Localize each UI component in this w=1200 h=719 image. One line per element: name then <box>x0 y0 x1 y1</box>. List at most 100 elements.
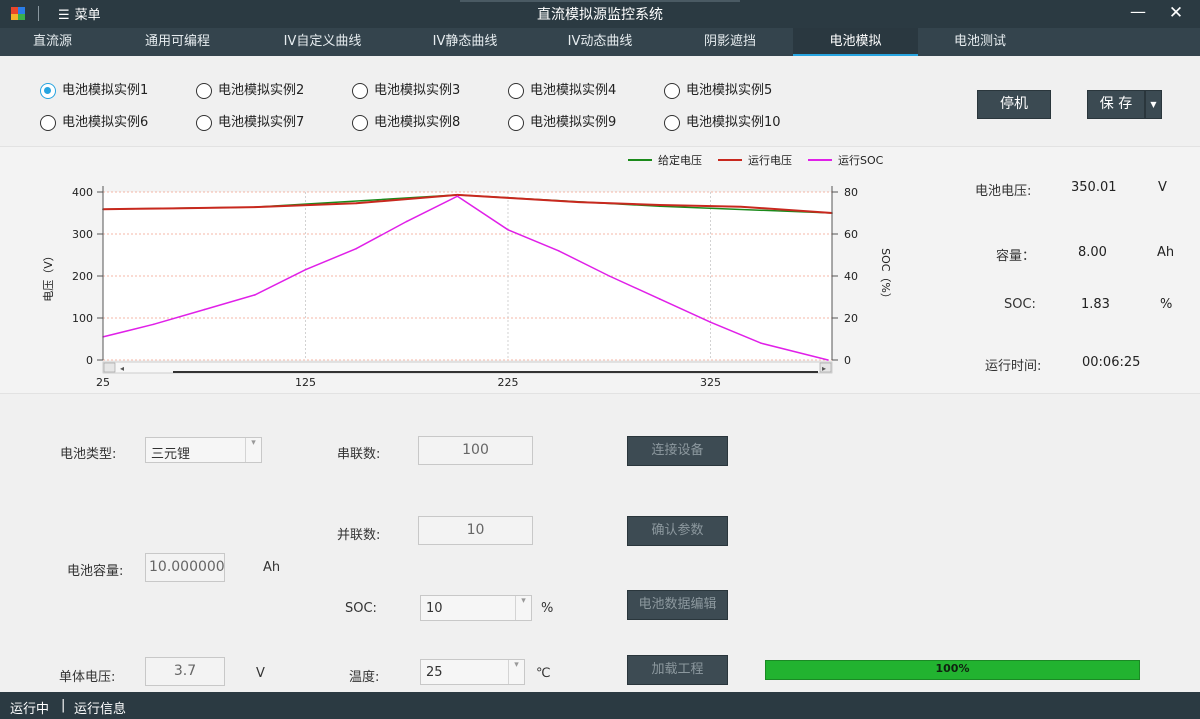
temperature-label: 温度: <box>349 670 380 685</box>
cell-voltage-label: 单体电压: <box>59 670 116 685</box>
instance-radio-5[interactable]: 电池模拟实例5 <box>664 82 794 100</box>
instance-radio-1[interactable]: 电池模拟实例1 <box>40 82 170 100</box>
minimize-button[interactable]: — <box>1126 2 1150 24</box>
load-project-button[interactable]: 加载工程 <box>627 655 728 685</box>
instance-label: 电池模拟实例7 <box>218 115 305 130</box>
tab-programmable[interactable]: 通用可编程 <box>125 28 230 56</box>
status-info-link[interactable]: 运行信息 <box>74 698 126 717</box>
soc-value: 10 <box>426 601 443 616</box>
legend-label: 运行电压 <box>748 154 792 167</box>
chevron-down-icon: ▾ <box>245 438 261 462</box>
capacity-readout-label: 容量： <box>996 249 1036 264</box>
data-point <box>355 202 357 205</box>
tab-iv-dynamic[interactable]: IV动态曲线 <box>545 28 655 56</box>
instance-radio-2[interactable]: 电池模拟实例2 <box>196 82 326 100</box>
battery-type-label: 电池类型: <box>60 447 117 462</box>
connect-device-button[interactable]: 连接设备 <box>627 436 728 466</box>
y-left-tick-label: 300 <box>72 228 93 241</box>
tab-iv-custom[interactable]: IV自定义曲线 <box>265 28 380 56</box>
scroll-right-arrow: ▸ <box>822 364 826 373</box>
data-point <box>827 359 829 361</box>
capacity-unit: Ah <box>263 560 281 575</box>
instance-radio-6[interactable]: 电池模拟实例6 <box>40 114 170 132</box>
instance-label: 电池模拟实例9 <box>530 115 617 130</box>
runtime-readout-value: 00:06:25 <box>1082 355 1141 370</box>
radio-circle <box>508 83 524 99</box>
tab-battery-test[interactable]: 电池测试 <box>930 28 1030 56</box>
instance-radio-4[interactable]: 电池模拟实例4 <box>508 82 638 100</box>
save-button[interactable]: 保 存 <box>1087 90 1145 119</box>
soc-readout-value: 1.83 <box>1081 297 1110 312</box>
voltage-soc-chart: 0 100 200 300 400 0 20 40 60 80 25 125 225 325 电压（V） SO… <box>42 153 892 389</box>
y-left-tick-label: 100 <box>72 312 93 325</box>
data-point <box>659 298 661 300</box>
data-point <box>507 229 509 231</box>
battery-type-value: 三元锂 <box>151 447 191 462</box>
soc-select[interactable]: 10 ▾ <box>420 595 532 621</box>
scroll-left-arrow: ◂ <box>120 364 124 373</box>
progress-text: 100% <box>935 662 970 675</box>
radio-circle <box>40 115 56 131</box>
series-count-field[interactable]: 100 <box>418 436 533 465</box>
voltage-readout-label: 电池电压: <box>975 184 1032 199</box>
x-tick-label: 25 <box>96 376 110 389</box>
status-state: 运行中 <box>10 702 50 717</box>
y-left-axis-title: 电压（V） <box>42 250 55 302</box>
soc-readout-unit: % <box>1160 297 1173 312</box>
soc-readout-label: SOC: <box>1004 297 1036 312</box>
confirm-params-button[interactable]: 确认参数 <box>627 516 728 546</box>
title-bar: ☰ 菜单 直流模拟源监控系统 — ✕ <box>0 0 1200 28</box>
caret-down-icon: ▼ <box>1150 100 1157 109</box>
instance-label: 电池模拟实例10 <box>686 115 781 130</box>
battery-sim-panel: 电池模拟实例1 电池模拟实例2 电池模拟实例3 电池模拟实例4 电池模拟实例5 … <box>0 56 1200 692</box>
tab-shading[interactable]: 阴影遮挡 <box>680 28 780 56</box>
data-point <box>709 321 712 323</box>
y-right-tick-label: 80 <box>844 186 858 199</box>
data-point <box>507 197 509 199</box>
data-point <box>173 207 175 210</box>
soc-unit: % <box>541 601 554 616</box>
radio-circle <box>352 83 368 99</box>
tab-iv-static[interactable]: IV静态曲线 <box>410 28 520 56</box>
legend-label: 运行SOC <box>838 154 884 167</box>
radio-circle <box>196 115 212 131</box>
save-dropdown-button[interactable]: ▼ <box>1145 90 1162 119</box>
data-point <box>608 275 611 277</box>
radio-circle <box>196 83 212 99</box>
close-button[interactable]: ✕ <box>1164 2 1188 24</box>
instance-radio-10[interactable]: 电池模拟实例10 <box>664 114 799 132</box>
tab-bar: 直流源 通用可编程 IV自定义曲线 IV静态曲线 IV动态曲线 阴影遮挡 电池模… <box>0 28 1200 56</box>
tab-dc-source[interactable]: 直流源 <box>0 28 105 56</box>
y-left-tick-label: 0 <box>86 354 93 367</box>
instance-radio-7[interactable]: 电池模拟实例7 <box>196 114 326 132</box>
data-point <box>203 308 206 311</box>
radio-circle <box>352 115 368 131</box>
battery-type-select[interactable]: 三元锂 ▾ <box>145 437 262 463</box>
data-point <box>152 323 155 326</box>
radio-circle <box>508 115 524 131</box>
tab-battery-sim[interactable]: 电池模拟 <box>793 28 918 56</box>
chart-grid <box>102 191 833 361</box>
y-right-tick-label: 40 <box>844 270 858 283</box>
parallel-count-field[interactable]: 10 <box>418 516 533 545</box>
instance-label: 电池模拟实例4 <box>530 83 617 98</box>
y-right-tick-label: 0 <box>844 354 851 367</box>
data-point <box>760 342 762 344</box>
data-point <box>254 294 256 296</box>
instance-label: 电池模拟实例6 <box>62 115 149 130</box>
legend-label: 给定电压 <box>658 153 702 167</box>
instance-radio-8[interactable]: 电池模拟实例8 <box>352 114 482 132</box>
data-point <box>659 204 661 206</box>
instance-radio-3[interactable]: 电池模拟实例3 <box>352 82 482 100</box>
capacity-readout-value: 8.00 <box>1078 245 1107 260</box>
voltage-readout-unit: V <box>1158 180 1167 195</box>
data-point <box>405 220 408 223</box>
edit-battery-data-button[interactable]: 电池数据编辑 <box>627 590 728 620</box>
stop-button[interactable]: 停机 <box>977 90 1051 119</box>
instance-label: 电池模拟实例8 <box>374 115 461 130</box>
y-right-tick-label: 20 <box>844 312 858 325</box>
cell-voltage-field[interactable]: 3.7 <box>145 657 225 686</box>
temperature-select[interactable]: 25 ▾ <box>420 659 525 685</box>
instance-radio-9[interactable]: 电池模拟实例9 <box>508 114 638 132</box>
capacity-field[interactable]: 10.000000 <box>145 553 225 582</box>
